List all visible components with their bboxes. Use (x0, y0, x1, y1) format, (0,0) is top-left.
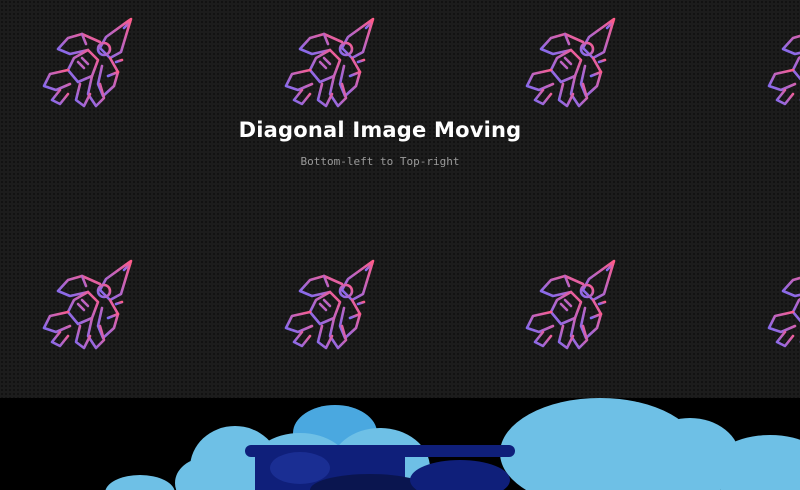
animated-pattern-panel: Diagonal Image Moving Bottom-left to Top… (0, 0, 800, 398)
page-subtitle: Bottom-left to Top-right (300, 155, 460, 168)
fighter-jet-icon (763, 256, 800, 356)
page: Diagonal Image Moving Bottom-left to Top… (0, 0, 800, 490)
fighter-jet-icon (38, 14, 138, 114)
page-title: Diagonal Image Moving (238, 118, 522, 142)
fighter-jet-icon (521, 14, 621, 114)
clouds-illustration (105, 398, 800, 490)
cloud-banner (0, 398, 800, 490)
fighter-jet-icon (763, 14, 800, 114)
fighter-jet-icon (280, 14, 380, 114)
fighter-jet-icon (521, 256, 621, 356)
fighter-jet-icon (38, 256, 138, 356)
fighter-jet-icon (280, 256, 380, 356)
